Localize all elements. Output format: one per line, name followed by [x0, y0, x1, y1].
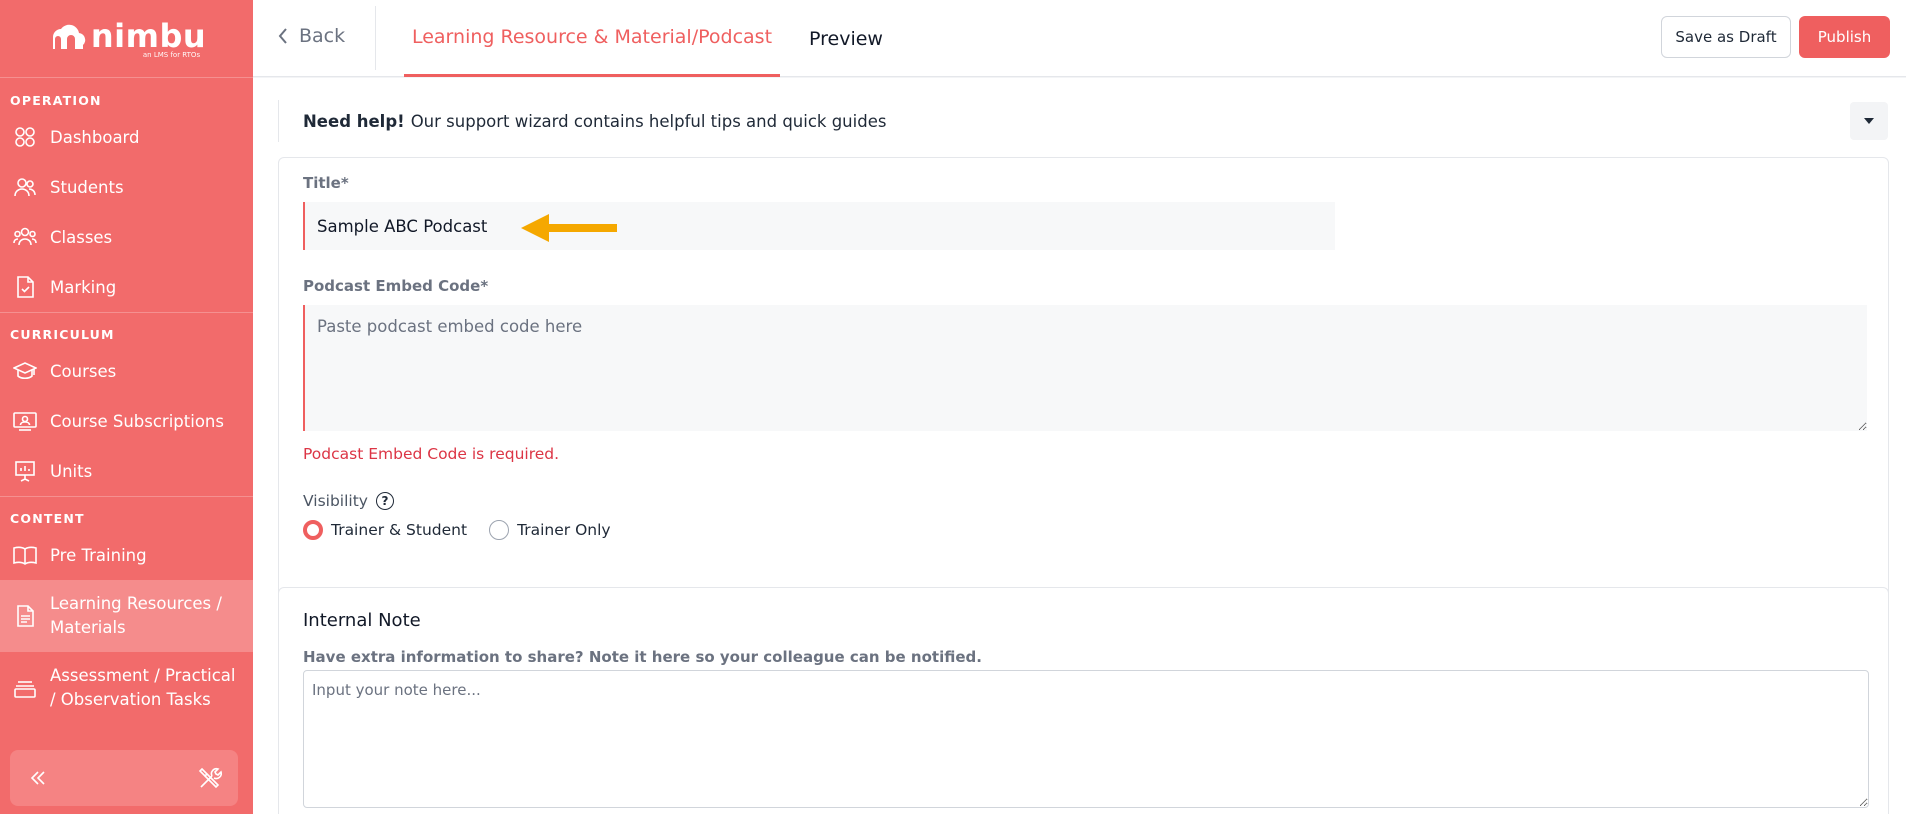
arrow-left-icon: [521, 214, 617, 242]
sidebar-item-courses[interactable]: Courses: [0, 346, 253, 396]
radio-trainer-student[interactable]: Trainer & Student: [303, 520, 467, 540]
back-label: Back: [299, 25, 346, 47]
sidebar-item-label: Pre Training: [50, 545, 147, 565]
sidebar-item-label: Units: [50, 461, 93, 481]
sidebar-item-label: Students: [50, 177, 124, 197]
help-toggle-button[interactable]: [1850, 102, 1888, 140]
users-icon: [12, 174, 38, 200]
sidebar-item-marking[interactable]: Marking: [0, 262, 253, 312]
top-bar: Back Learning Resource & Material/Podcas…: [253, 0, 1906, 77]
sidebar-item-pre-training[interactable]: Pre Training: [0, 530, 253, 580]
sidebar-item-label: Learning Resources / Materials: [50, 594, 222, 637]
internal-note-title: Internal Note: [303, 610, 421, 631]
section-curriculum: CURRICULUM: [0, 312, 253, 346]
presentation-icon: [12, 458, 38, 484]
sidebar-item-classes[interactable]: Classes: [0, 212, 253, 262]
tab-label: Learning Resource & Material/Podcast: [411, 26, 773, 48]
podcast-form-card: Title* Podcast Embed Code* Podcast Embed…: [278, 157, 1889, 650]
radio-label: Trainer Only: [517, 521, 611, 539]
sidebar-footer: [10, 750, 238, 806]
embed-code-error: Podcast Embed Code is required.: [303, 445, 560, 463]
sidebar-item-label: Courses: [50, 361, 117, 381]
help-text: Our support wizard contains helpful tips…: [410, 111, 887, 131]
section-content: CONTENT: [0, 496, 253, 530]
sidebar-item-label: Dashboard: [50, 127, 140, 147]
document-icon: [12, 603, 38, 629]
tools-icon: [198, 767, 222, 789]
radio-trainer-only[interactable]: Trainer Only: [489, 520, 611, 540]
double-chevron-left-icon: [30, 771, 45, 785]
divider: [375, 6, 376, 70]
publish-button[interactable]: Publish: [1799, 16, 1890, 58]
logo-subtitle: an LMS for RTOs: [142, 50, 201, 59]
help-banner: Need help! Our support wizard contains h…: [278, 100, 1888, 142]
sidebar-item-label: Assessment / Practical / Observation Tas…: [50, 666, 236, 709]
logo-text: nimbu: [90, 16, 207, 55]
sidebar-item-students[interactable]: Students: [0, 162, 253, 212]
title-label: Title*: [303, 174, 349, 192]
visibility-label-row: Visibility ?: [303, 492, 394, 510]
embed-code-textarea[interactable]: [303, 305, 1867, 431]
title-input[interactable]: [303, 202, 1335, 250]
help-bold: Need help!: [303, 111, 405, 131]
embed-code-label: Podcast Embed Code*: [303, 277, 489, 295]
stack-icon: [12, 675, 38, 701]
internal-note-subtitle: Have extra information to share? Note it…: [303, 648, 982, 666]
visibility-label: Visibility: [303, 492, 368, 510]
sidebar-item-dashboard[interactable]: Dashboard: [0, 112, 253, 162]
tools-button[interactable]: [196, 764, 224, 792]
caret-down-icon: [1864, 118, 1874, 124]
radio-button[interactable]: [489, 520, 510, 540]
group-icon: [12, 224, 38, 250]
sidebar-item-assessment[interactable]: Assessment / Practical / Observation Tas…: [0, 652, 253, 724]
tab-label: Preview: [809, 27, 883, 50]
sidebar-item-label: Marking: [50, 277, 117, 297]
sidebar-item-course-subscriptions[interactable]: Course Subscriptions: [0, 396, 253, 446]
chevron-left-icon: [278, 28, 287, 44]
book-open-icon: [12, 542, 38, 568]
tab-preview[interactable]: Preview: [790, 0, 902, 77]
internal-note-textarea[interactable]: [303, 670, 1869, 808]
question-icon[interactable]: ?: [375, 492, 394, 510]
internal-note-card: Internal Note Have extra information to …: [278, 587, 1889, 814]
graduation-cap-icon: [12, 358, 38, 384]
save-draft-button[interactable]: Save as Draft: [1661, 16, 1791, 58]
radio-button-checked[interactable]: [303, 520, 323, 540]
document-check-icon: [12, 274, 38, 300]
visibility-radio-group: Trainer & Student Trainer Only: [303, 520, 611, 540]
collapse-sidebar-button[interactable]: [24, 764, 52, 792]
sidebar-item-units[interactable]: Units: [0, 446, 253, 496]
sidebar-item-label: Course Subscriptions: [50, 411, 224, 431]
dashboard-icon: [12, 124, 38, 150]
logo[interactable]: nimbu an LMS for RTOs: [0, 0, 253, 78]
tab-learning-resource[interactable]: Learning Resource & Material/Podcast: [404, 0, 780, 77]
section-operation: OPERATION: [10, 93, 102, 108]
radio-label: Trainer & Student: [331, 521, 468, 539]
sidebar-item-learning-resources[interactable]: Learning Resources / Materials: [0, 580, 253, 652]
sidebar: nimbu an LMS for RTOs OPERATION Dashboar…: [0, 0, 253, 814]
sidebar-item-label: Classes: [50, 227, 113, 247]
main-content: Need help! Our support wizard contains h…: [253, 78, 1906, 814]
back-button[interactable]: Back: [277, 20, 345, 52]
cloud-logo-icon: [52, 24, 86, 49]
monitor-user-icon: [12, 408, 38, 434]
